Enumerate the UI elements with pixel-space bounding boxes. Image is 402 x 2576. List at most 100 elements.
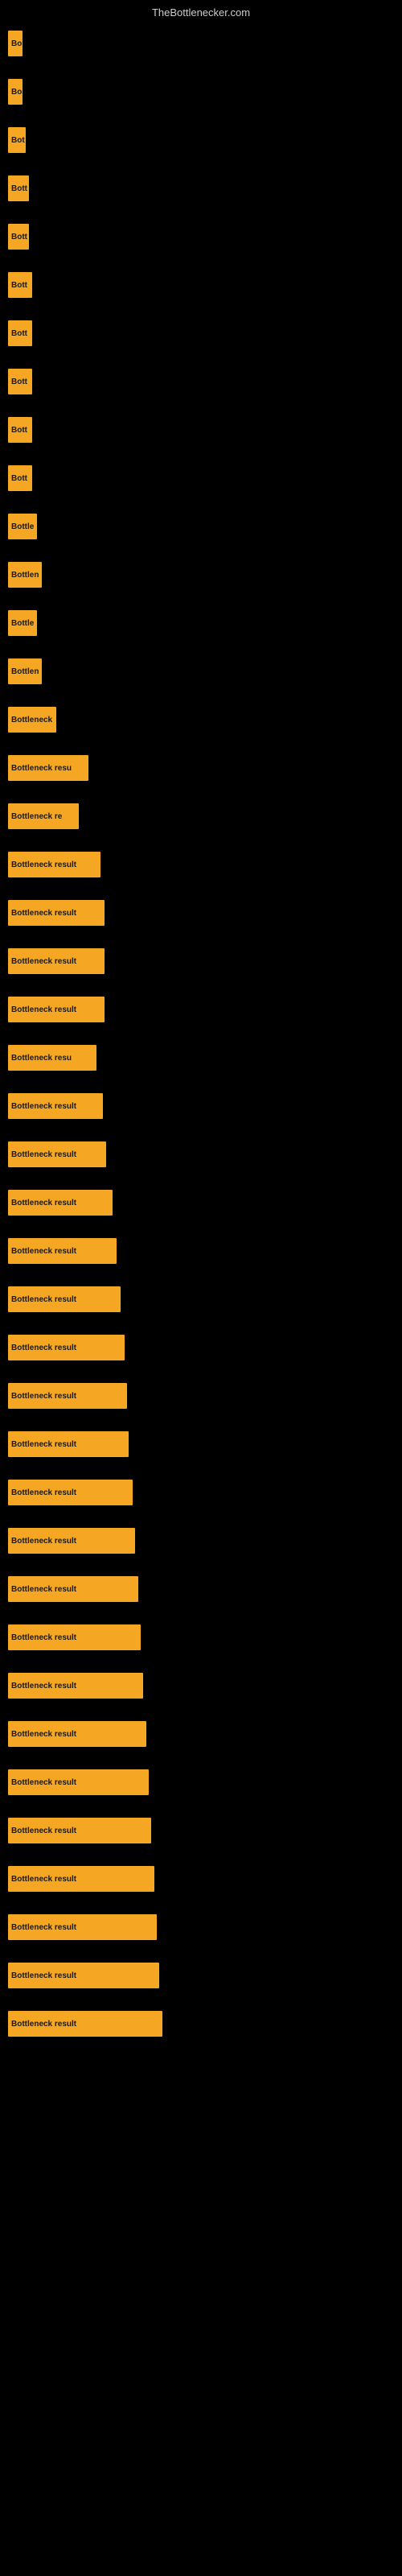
bar-item: Bottleneck result <box>8 1769 149 1795</box>
bar-item: Bottleneck result <box>8 997 105 1022</box>
bar-row: Bottleneck result <box>8 1230 394 1272</box>
bar-item: Bottle <box>8 610 37 636</box>
bar-label: Bottleneck result <box>11 861 76 869</box>
bar-item: Bo <box>8 79 23 105</box>
bar-item: Bott <box>8 320 32 346</box>
bar-label: Bottleneck result <box>11 1102 76 1111</box>
bar-item: Bott <box>8 272 32 298</box>
bar-label: Bott <box>11 281 27 290</box>
bar-label: Bottleneck result <box>11 1875 76 1884</box>
bar-item: Bottleneck result <box>8 1383 127 1409</box>
bar-row: Bott <box>8 167 394 209</box>
bar-row: Bottleneck result <box>8 1906 394 1948</box>
bar-row: Bottleneck result <box>8 989 394 1030</box>
bar-label: Bott <box>11 378 27 386</box>
bar-item: Bottleneck result <box>8 900 105 926</box>
bar-label: Bottleneck result <box>11 909 76 918</box>
bar-item: Bottleneck result <box>8 948 105 974</box>
bar-item: Bottleneck result <box>8 2011 162 2037</box>
bar-label: Bottle <box>11 522 34 531</box>
bar-label: Bottleneck result <box>11 1682 76 1690</box>
bar-row: Bott <box>8 409 394 451</box>
bar-row: Bottleneck result <box>8 1616 394 1658</box>
bar-row: Bottleneck result <box>8 1520 394 1562</box>
bar-item: Bottleneck resu <box>8 1045 96 1071</box>
bar-label: Bottleneck result <box>11 1827 76 1835</box>
bar-row: Bo <box>8 23 394 64</box>
bar-row: Bottlen <box>8 554 394 596</box>
bar-item: Bottle <box>8 514 37 539</box>
bar-row: Bottleneck resu <box>8 1037 394 1079</box>
bar-row: Bo <box>8 71 394 113</box>
bar-label: Bottleneck result <box>11 1633 76 1642</box>
site-title: TheBottlenecker.com <box>0 0 402 22</box>
bar-row: Bottleneck <box>8 699 394 741</box>
bar-row: Bot <box>8 119 394 161</box>
bar-row: Bottleneck result <box>8 1810 394 1852</box>
bar-label: Bottleneck result <box>11 1537 76 1546</box>
bar-row: Bottleneck result <box>8 940 394 982</box>
bar-row: Bottleneck result <box>8 1761 394 1803</box>
bar-item: Bott <box>8 224 29 250</box>
bar-item: Bottleneck result <box>8 1624 141 1650</box>
bar-label: Bottleneck resu <box>11 764 72 773</box>
bar-row: Bottleneck result <box>8 1327 394 1368</box>
bar-row: Bottleneck result <box>8 2003 394 2045</box>
bar-row: Bottleneck result <box>8 1568 394 1610</box>
bar-item: Bottleneck result <box>8 1818 151 1843</box>
bar-row: Bottleneck result <box>8 1423 394 1465</box>
bar-label: Bottleneck <box>11 716 52 724</box>
bar-item: Bottleneck result <box>8 1721 146 1747</box>
bar-row: Bottleneck result <box>8 1278 394 1320</box>
bar-label: Bott <box>11 184 27 193</box>
bar-item: Bottleneck result <box>8 852 100 877</box>
bar-item: Bott <box>8 175 29 201</box>
bar-label: Bot <box>11 136 25 145</box>
bar-label: Bottleneck re <box>11 812 62 821</box>
bar-item: Bott <box>8 465 32 491</box>
bar-item: Bott <box>8 417 32 443</box>
bar-item: Bottleneck result <box>8 1238 117 1264</box>
bar-label: Bottleneck result <box>11 1585 76 1594</box>
bar-item: Bottleneck result <box>8 1673 143 1699</box>
bar-label: Bo <box>11 88 22 97</box>
bar-item: Bottleneck <box>8 707 56 733</box>
bar-row: Bott <box>8 457 394 499</box>
bar-row: Bott <box>8 361 394 402</box>
bar-label: Bottleneck result <box>11 2020 76 2029</box>
bar-label: Bottleneck result <box>11 1971 76 1980</box>
bar-row: Bott <box>8 312 394 354</box>
bar-row: Bottlen <box>8 650 394 692</box>
bar-row: Bottleneck result <box>8 844 394 886</box>
bar-label: Bottleneck result <box>11 1247 76 1256</box>
bar-row: Bottleneck re <box>8 795 394 837</box>
bar-label: Bott <box>11 474 27 483</box>
bar-row: Bottleneck result <box>8 1955 394 1996</box>
bar-label: Bott <box>11 233 27 242</box>
bar-label: Bottleneck resu <box>11 1054 72 1063</box>
bar-row: Bottleneck result <box>8 1858 394 1900</box>
bar-label: Bottleneck result <box>11 1923 76 1932</box>
bar-row: Bottle <box>8 602 394 644</box>
bar-item: Bottleneck result <box>8 1480 133 1505</box>
bar-row: Bottleneck result <box>8 1713 394 1755</box>
bar-row: Bott <box>8 216 394 258</box>
bar-item: Bottleneck result <box>8 1335 125 1360</box>
bar-row: Bottleneck result <box>8 1133 394 1175</box>
bar-item: Bottleneck result <box>8 1914 157 1940</box>
bar-item: Bottleneck re <box>8 803 79 829</box>
bar-item: Bottleneck result <box>8 1576 138 1602</box>
bar-label: Bottleneck result <box>11 957 76 966</box>
bar-item: Bottleneck result <box>8 1431 129 1457</box>
bar-row: Bottleneck result <box>8 1085 394 1127</box>
bar-label: Bottleneck result <box>11 1344 76 1352</box>
bar-label: Bottle <box>11 619 34 628</box>
bar-item: Bottleneck result <box>8 1866 154 1892</box>
bar-item: Bottleneck result <box>8 1141 106 1167</box>
bar-row: Bottleneck result <box>8 1665 394 1707</box>
bar-row: Bott <box>8 264 394 306</box>
bar-item: Bottleneck result <box>8 1528 135 1554</box>
bar-label: Bottleneck result <box>11 1199 76 1208</box>
bar-item: Bottlen <box>8 658 42 684</box>
bar-label: Bottleneck result <box>11 1488 76 1497</box>
